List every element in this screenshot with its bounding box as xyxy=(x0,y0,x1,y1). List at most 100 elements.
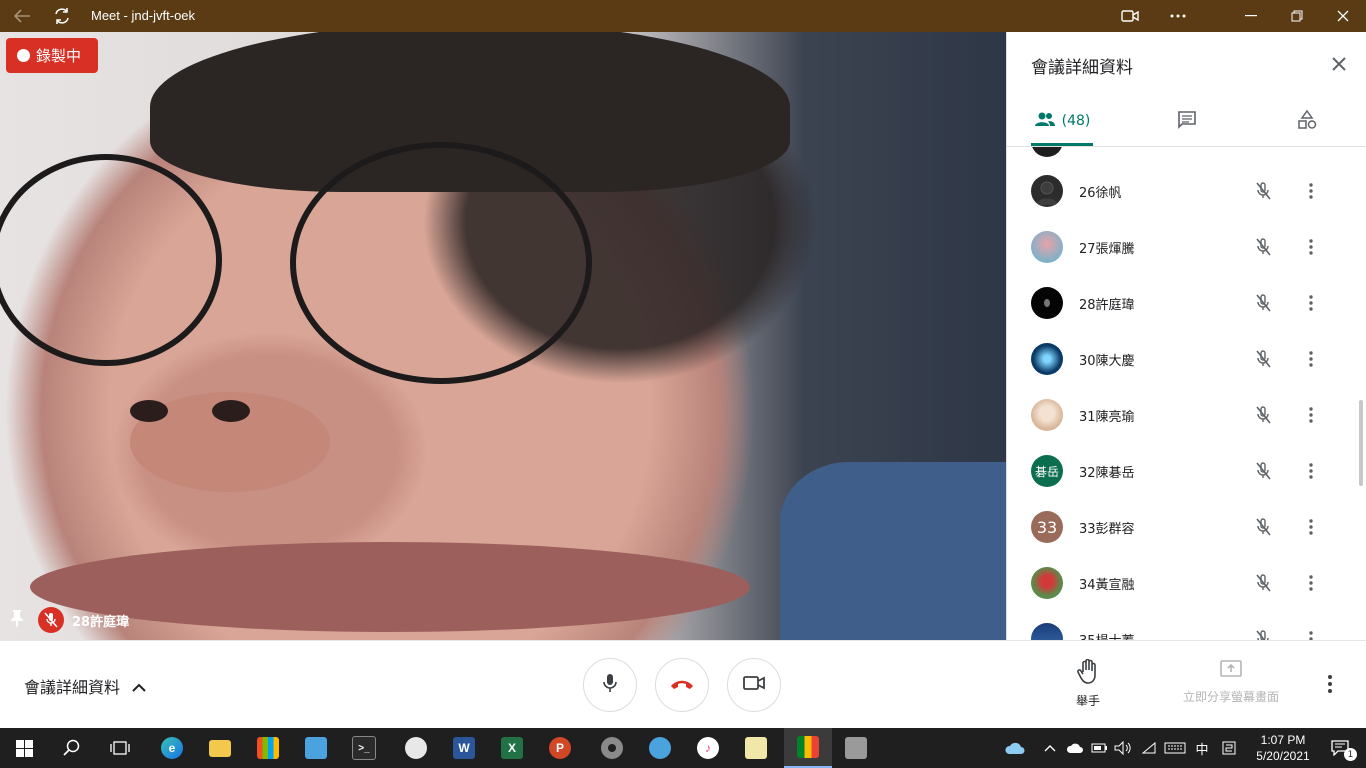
muted-mic-icon xyxy=(1251,627,1275,640)
more-options-icon[interactable] xyxy=(1299,571,1323,595)
participant-row[interactable]: 26徐帆 xyxy=(1007,163,1366,219)
edge-icon[interactable]: e xyxy=(148,728,196,768)
leave-call-button[interactable] xyxy=(655,658,709,712)
keyboard-icon[interactable] xyxy=(1162,728,1188,768)
video-mouth xyxy=(30,542,750,632)
participant-row[interactable]: 33 33彭群容 xyxy=(1007,499,1366,555)
more-options-icon[interactable] xyxy=(1299,627,1323,640)
network-app-icon[interactable] xyxy=(832,728,880,768)
wifi-icon[interactable] xyxy=(1138,728,1160,768)
chevron-up-icon[interactable] xyxy=(1040,728,1060,768)
taskbar-clock[interactable]: 1:07 PM 5/20/2021 xyxy=(1252,732,1314,764)
participant-row[interactable]: 27張煇騰 xyxy=(1007,219,1366,275)
main-video-feed[interactable] xyxy=(0,32,1006,640)
avatar xyxy=(1031,399,1063,431)
itunes-icon[interactable]: ♪ xyxy=(684,728,732,768)
hand-icon xyxy=(1077,658,1099,688)
start-icon[interactable] xyxy=(0,728,48,768)
restore-icon[interactable] xyxy=(1274,0,1320,32)
participant-row[interactable]: 28許庭瑋 xyxy=(1007,275,1366,331)
speaker-label: 28許庭瑋 xyxy=(10,606,129,634)
muted-mic-icon xyxy=(1251,515,1275,539)
camera-icon[interactable] xyxy=(1114,0,1146,32)
glasses-right-lens xyxy=(290,142,592,384)
participant-row[interactable]: 35楊士蓁 xyxy=(1007,611,1366,640)
people-icon xyxy=(1034,111,1056,131)
more-options-icon[interactable] xyxy=(1299,291,1323,315)
more-options-icon[interactable] xyxy=(1299,403,1323,427)
participant-list: 26徐帆 27張煇騰 28許庭瑋 30陳大慶 31陳亮瑜 碁岳 32陳碁岳 33… xyxy=(1007,147,1366,640)
pin-icon[interactable] xyxy=(10,609,24,631)
task-view-icon[interactable] xyxy=(96,728,144,768)
video-nostril-left xyxy=(130,400,168,422)
search-icon[interactable] xyxy=(48,728,96,768)
battery-icon[interactable] xyxy=(1088,728,1110,768)
volume-icon[interactable] xyxy=(1112,728,1134,768)
hang-up-icon xyxy=(670,676,694,695)
avatar xyxy=(1031,287,1063,319)
more-options-icon[interactable] xyxy=(1299,347,1323,371)
muted-mic-icon xyxy=(1251,403,1275,427)
tab-activities[interactable] xyxy=(1291,98,1323,146)
participant-row[interactable]: 30陳大慶 xyxy=(1007,331,1366,387)
panel-tabs: (48) xyxy=(1007,98,1366,147)
participant-row[interactable]: 31陳亮瑜 xyxy=(1007,387,1366,443)
globe-app-icon[interactable] xyxy=(636,728,684,768)
panel-scrollbar[interactable] xyxy=(1359,400,1363,486)
participant-avatar-partial xyxy=(1031,147,1063,157)
raise-hand-label: 舉手 xyxy=(1075,694,1100,708)
muted-mic-icon xyxy=(1251,459,1275,483)
muted-mic-icon xyxy=(1251,291,1275,315)
participant-row[interactable]: 碁岳 32陳碁岳 xyxy=(1007,443,1366,499)
excel-icon[interactable]: X xyxy=(488,728,536,768)
powerpoint-icon[interactable]: P xyxy=(536,728,584,768)
more-options-icon[interactable] xyxy=(1299,515,1323,539)
panel-title: 會議詳細資料 xyxy=(1031,58,1133,78)
title-bar: Meet - jnd-jvft-oek xyxy=(0,0,1366,32)
control-panel-icon[interactable] xyxy=(292,728,340,768)
ime-mode-icon[interactable] xyxy=(1216,728,1242,768)
raise-hand-button[interactable]: 舉手 xyxy=(1064,658,1112,709)
recording-dot-icon xyxy=(17,49,30,62)
close-window-icon[interactable] xyxy=(1320,0,1366,32)
chat-icon xyxy=(1177,110,1197,134)
notification-center-icon[interactable]: 1 xyxy=(1320,728,1360,768)
camera-button[interactable] xyxy=(727,658,781,712)
more-options-icon[interactable] xyxy=(1328,675,1332,697)
minimize-icon[interactable] xyxy=(1228,0,1274,32)
paint-icon[interactable] xyxy=(392,728,440,768)
settings-icon[interactable] xyxy=(588,728,636,768)
clock-time: 1:07 PM xyxy=(1260,733,1306,747)
close-panel-icon[interactable] xyxy=(1325,50,1353,78)
word-icon[interactable]: W xyxy=(440,728,488,768)
more-options-icon[interactable] xyxy=(1299,459,1323,483)
more-horizontal-icon[interactable] xyxy=(1162,0,1194,32)
muted-mic-icon xyxy=(1251,347,1275,371)
terminal-icon[interactable]: >_ xyxy=(340,728,388,768)
weather-cloud-icon[interactable] xyxy=(1000,728,1030,768)
google-meet-icon[interactable] xyxy=(784,728,832,768)
back-arrow-icon[interactable] xyxy=(8,0,36,32)
tab-people[interactable]: (48) xyxy=(1031,98,1093,146)
window-title: Meet - jnd-jvft-oek xyxy=(91,8,196,23)
ime-language-indicator[interactable]: 中 xyxy=(1190,728,1214,768)
more-options-icon[interactable] xyxy=(1299,235,1323,259)
muted-mic-icon xyxy=(1251,235,1275,259)
refresh-icon[interactable] xyxy=(48,0,76,32)
present-screen-icon xyxy=(1219,659,1243,682)
participant-row[interactable]: 34黃宣融 xyxy=(1007,555,1366,611)
participant-name: 31陳亮瑜 xyxy=(1079,410,1135,425)
chevron-up-icon xyxy=(132,677,146,696)
avatar xyxy=(1031,567,1063,599)
more-options-icon[interactable] xyxy=(1299,179,1323,203)
microphone-button[interactable] xyxy=(583,658,637,712)
notes-app-icon[interactable] xyxy=(732,728,780,768)
store-icon[interactable] xyxy=(244,728,292,768)
file-explorer-icon[interactable] xyxy=(196,728,244,768)
tab-chat[interactable] xyxy=(1171,98,1203,146)
participant-name: 35楊士蓁 xyxy=(1079,630,1135,640)
present-now-button[interactable]: 立即分享螢幕畫面 xyxy=(1176,659,1286,705)
microphone-icon xyxy=(602,673,618,697)
onedrive-icon[interactable] xyxy=(1064,728,1086,768)
meeting-details-toggle[interactable]: 會議詳細資料 xyxy=(24,674,146,698)
